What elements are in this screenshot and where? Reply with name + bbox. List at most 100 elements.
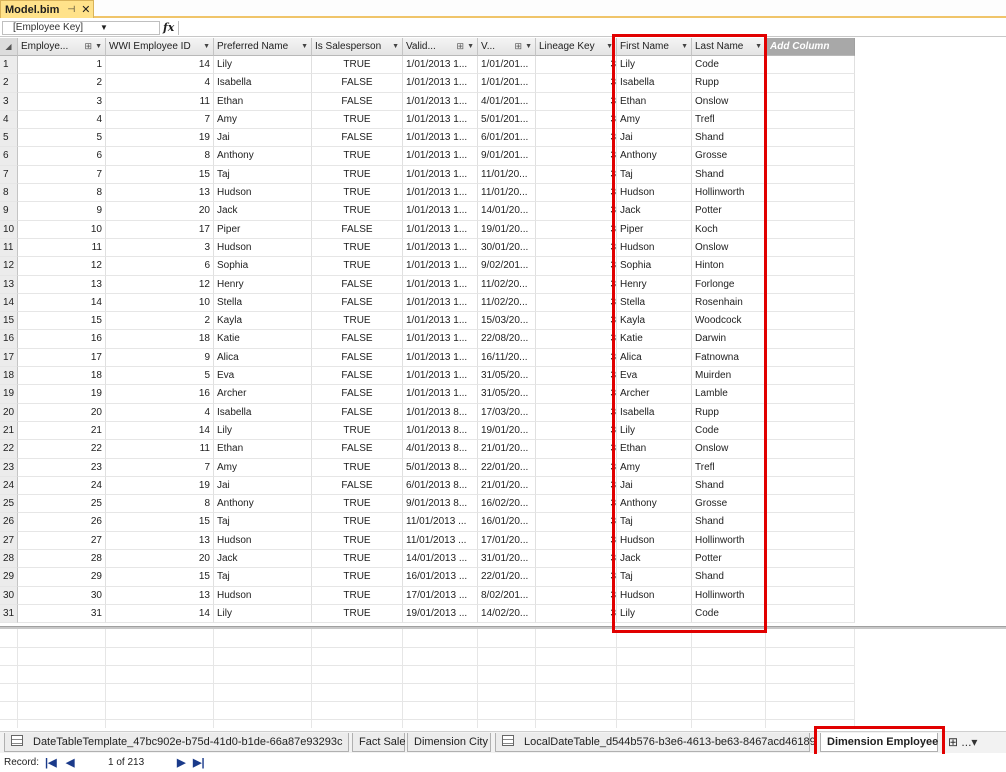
table-cell[interactable]: 31/05/20... — [478, 385, 536, 404]
table-cell[interactable]: FALSE — [312, 92, 403, 111]
table-cell[interactable]: 17/01/20... — [478, 531, 536, 551]
row-number[interactable]: 31 — [0, 604, 18, 624]
add-column-cell[interactable] — [766, 220, 855, 239]
table-cell[interactable]: Hudson — [214, 184, 312, 203]
table-cell[interactable]: 3 — [536, 330, 617, 349]
add-column-cell[interactable] — [766, 586, 855, 605]
table-cell[interactable]: 1/01/2013 1... — [403, 184, 478, 203]
column-valid-to[interactable]: V... ⊞ ▼ — [478, 38, 536, 56]
table-row[interactable]: 27 27 13 Hudson TRUE 11/01/2013 ... 17/01/20..… — [0, 531, 855, 551]
table-cell[interactable]: TRUE — [312, 238, 403, 258]
table-cell[interactable]: Piper — [214, 220, 312, 239]
table-cell[interactable]: 3 — [536, 586, 617, 605]
row-number[interactable]: 25 — [0, 495, 18, 514]
table-cell[interactable]: 19 — [106, 476, 214, 496]
table-cell[interactable]: 7 — [106, 110, 214, 130]
row-number[interactable]: 5 — [0, 129, 18, 148]
table-cell[interactable]: TRUE — [312, 184, 403, 203]
table-cell[interactable]: 1/01/2013 1... — [403, 220, 478, 239]
table-cell[interactable]: 20 — [106, 202, 214, 221]
table-row[interactable]: 31 31 14 Lily TRUE 19/01/2013 ... 14/02/20... 3… — [0, 604, 855, 624]
table-cell[interactable]: 15 — [106, 165, 214, 185]
table-row[interactable]: 28 28 20 Jack TRUE 14/01/2013 ... 31/01/20... 3… — [0, 550, 855, 569]
table-cell[interactable]: 3 — [536, 604, 617, 624]
table-cell[interactable]: Shand — [692, 165, 766, 185]
table-cell[interactable]: 1/01/2013 1... — [403, 367, 478, 386]
table-cell[interactable]: Taj — [617, 568, 692, 587]
row-number[interactable]: 27 — [0, 531, 18, 551]
table-cell[interactable]: Hudson — [214, 531, 312, 551]
table-cell[interactable]: 1/01/2013 1... — [403, 257, 478, 276]
table-cell[interactable]: 6 — [106, 257, 214, 276]
table-cell[interactable]: 13 — [106, 184, 214, 203]
table-cell[interactable]: 3 — [536, 184, 617, 203]
row-number[interactable]: 18 — [0, 367, 18, 386]
table-cell[interactable]: 13 — [106, 531, 214, 551]
table-cell[interactable]: Lily — [617, 421, 692, 441]
table-cell[interactable]: Grosse — [692, 495, 766, 514]
table-cell[interactable]: 14/02/20... — [478, 604, 536, 624]
table-row[interactable]: 13 13 12 Henry FALSE 1/01/2013 1... 11/02/20..… — [0, 275, 855, 294]
table-cell[interactable]: Muirden — [692, 367, 766, 386]
previous-record-icon[interactable]: ◀ — [66, 754, 74, 772]
table-cell[interactable]: 14 — [106, 604, 214, 624]
fx-icon[interactable]: fx — [163, 21, 174, 34]
table-cell[interactable]: Code — [692, 604, 766, 624]
table-cell[interactable]: 16 — [18, 330, 106, 349]
table-cell[interactable]: 1/01/2013 1... — [403, 385, 478, 404]
table-cell[interactable]: 9/02/201... — [478, 257, 536, 276]
table-cell[interactable]: 15 — [18, 312, 106, 331]
table-cell[interactable]: Onslow — [692, 238, 766, 258]
table-cell[interactable]: FALSE — [312, 129, 403, 148]
table-cell[interactable]: 3 — [536, 312, 617, 331]
column-is-salesperson[interactable]: Is Salesperson ▼ — [312, 38, 403, 56]
row-number[interactable]: 26 — [0, 513, 18, 532]
table-cell[interactable]: 1 — [18, 56, 106, 75]
pin-icon[interactable]: ⊣ — [67, 4, 75, 15]
table-cell[interactable]: Hudson — [617, 184, 692, 203]
table-cell[interactable]: Jack — [214, 550, 312, 569]
column-wwi-employee-id[interactable]: WWI Employee ID ▼ — [106, 38, 214, 56]
tab-dimension-employee[interactable]: Dimension Employee — [820, 733, 938, 752]
table-cell[interactable]: TRUE — [312, 586, 403, 605]
table-cell[interactable]: 2 — [106, 312, 214, 331]
table-cell[interactable]: 14/01/20... — [478, 202, 536, 221]
add-column-cell[interactable] — [766, 293, 855, 313]
table-cell[interactable]: Stella — [214, 293, 312, 313]
table-cell[interactable]: 4/01/2013 8... — [403, 440, 478, 459]
table-cell[interactable]: 30 — [18, 586, 106, 605]
table-cell[interactable]: Fatnowna — [692, 348, 766, 368]
table-cell[interactable]: 8 — [106, 147, 214, 166]
column-valid-from[interactable]: Valid... ⊞ ▼ — [403, 38, 478, 56]
table-row[interactable]: 14 14 10 Stella FALSE 1/01/2013 1... 11/02/20.… — [0, 293, 855, 313]
table-cell[interactable]: Hudson — [214, 238, 312, 258]
table-cell[interactable]: TRUE — [312, 147, 403, 166]
table-cell[interactable]: 11/01/2013 ... — [403, 531, 478, 551]
table-cell[interactable]: Sophia — [214, 257, 312, 276]
table-cell[interactable]: 9 — [106, 348, 214, 368]
table-cell[interactable]: Taj — [617, 165, 692, 185]
table-cell[interactable]: 1/01/2013 1... — [403, 238, 478, 258]
table-cell[interactable]: 16/01/20... — [478, 513, 536, 532]
column-employee-key[interactable]: Employe... ⊞ ▼ — [18, 38, 106, 56]
add-column-cell[interactable] — [766, 367, 855, 386]
table-cell[interactable]: 31/05/20... — [478, 367, 536, 386]
row-number[interactable]: 4 — [0, 110, 18, 130]
table-cell[interactable]: Piper — [617, 220, 692, 239]
row-number[interactable]: 15 — [0, 312, 18, 331]
table-cell[interactable]: 3 — [536, 513, 617, 532]
table-cell[interactable]: 11 — [18, 238, 106, 258]
table-cell[interactable]: Sophia — [617, 257, 692, 276]
table-cell[interactable]: Archer — [214, 385, 312, 404]
table-cell[interactable]: TRUE — [312, 202, 403, 221]
table-cell[interactable]: 3 — [18, 92, 106, 111]
table-cell[interactable]: 21 — [18, 421, 106, 441]
table-cell[interactable]: Jai — [617, 476, 692, 496]
table-row[interactable]: 1 1 14 Lily TRUE 1/01/2013 1... 1/01/201... 3 Li… — [0, 56, 855, 75]
table-cell[interactable]: 1/01/2013 1... — [403, 110, 478, 130]
table-cell[interactable]: 11/02/20... — [478, 275, 536, 294]
table-cell[interactable]: Hollinworth — [692, 184, 766, 203]
table-cell[interactable]: 13 — [18, 275, 106, 294]
row-number[interactable]: 29 — [0, 568, 18, 587]
table-cell[interactable]: Jai — [214, 129, 312, 148]
